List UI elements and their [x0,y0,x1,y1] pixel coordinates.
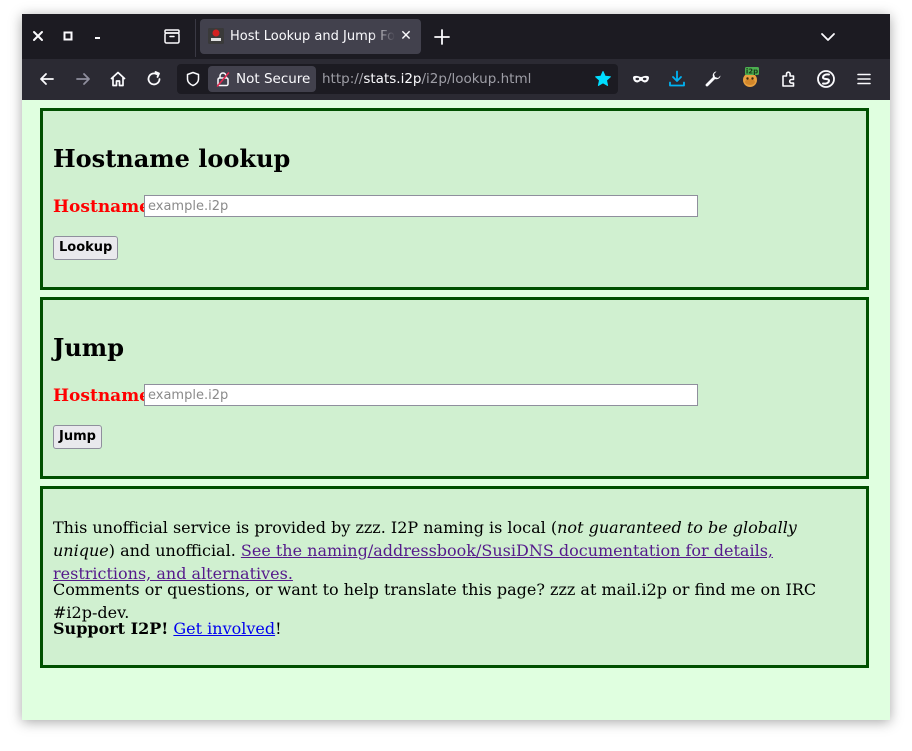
reload-icon[interactable] [144,69,164,89]
tab-separator [195,19,196,57]
tab-active[interactable]: Host Lookup and Jump Form ✕ [200,19,421,54]
url-text[interactable]: http://stats.i2p/i2p/lookup.html [322,70,531,88]
bookmark-star-icon[interactable] [594,70,612,88]
jump-hostname-label: Hostname [53,386,151,406]
info-text-prefix: This unofficial service is provided by z… [53,518,558,537]
url-scheme: http:// [322,71,364,87]
url-bar[interactable]: Not Secure http://stats.i2p/i2p/lookup.h… [177,64,618,94]
shield-icon[interactable] [185,71,201,87]
jump-field-row: Hostname: [53,384,853,410]
close-icon[interactable] [28,26,48,46]
downloads-icon[interactable] [667,69,687,89]
info-section: This unofficial service is provided by z… [40,486,869,668]
info-text-mid: ) and unofficial. [108,541,241,560]
browser-window: Host Lookup and Jump Form ✕ Not Secure h… [22,14,890,720]
plus-icon[interactable] [432,26,452,48]
i2p-favicon-icon [208,28,224,44]
page-content: Hostname lookup Hostname: Lookup Jump Ho… [22,100,890,720]
extensions-puzzle-icon[interactable] [779,69,799,89]
lookup-field-row: Hostname: [53,195,853,221]
info-paragraph-support: Support I2P! Get involved! [53,617,856,640]
insecure-lock-icon [216,71,230,87]
tab-list-icon[interactable] [162,26,182,46]
jump-hostname-input[interactable] [144,384,698,406]
minimize-icon[interactable] [88,26,108,46]
support-i2p-text: Support I2P! [53,619,169,638]
private-mask-icon[interactable] [631,69,651,89]
lookup-button[interactable]: Lookup [53,236,119,260]
chevron-down-icon[interactable] [818,28,838,46]
account-icon[interactable] [816,69,836,89]
forward-arrow-icon[interactable] [73,69,93,89]
tab-title: Host Lookup and Jump Form [230,29,395,44]
back-arrow-icon[interactable] [37,69,57,89]
i2p-extension-icon[interactable]: i2p [740,65,762,89]
jump-button[interactable]: Jump [53,425,102,449]
jump-heading: Jump [53,333,124,362]
home-icon[interactable] [108,69,128,89]
lookup-section: Hostname lookup Hostname: Lookup [40,108,869,290]
wrench-icon[interactable] [703,69,723,89]
lookup-hostname-label: Hostname [53,197,151,217]
jump-section: Jump Hostname: Jump [40,297,869,479]
security-indicator[interactable]: Not Secure [208,66,316,92]
svg-text:i2p: i2p [746,68,758,76]
get-involved-link[interactable]: Get involved [173,619,275,638]
support-suffix: ! [275,619,282,638]
tab-close-icon[interactable]: ✕ [399,27,413,45]
lookup-hostname-input[interactable] [144,195,698,217]
url-host: stats.i2p [363,71,422,87]
tab-bar: Host Lookup and Jump Form ✕ [22,14,890,59]
nav-bar: Not Secure http://stats.i2p/i2p/lookup.h… [22,59,890,100]
maximize-icon[interactable] [58,26,78,46]
hamburger-menu-icon[interactable] [854,69,874,89]
lookup-heading: Hostname lookup [53,144,291,173]
url-path: /i2p/lookup.html [421,71,532,87]
not-secure-label: Not Secure [236,71,311,87]
info-paragraph-service: This unofficial service is provided by z… [53,516,856,585]
